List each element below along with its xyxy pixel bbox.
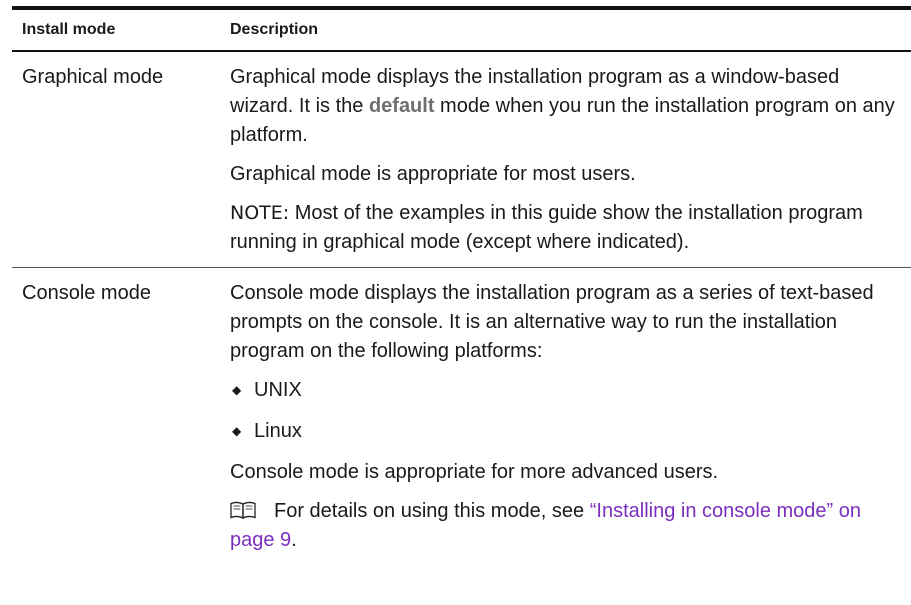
diamond-bullet-icon: ◆ xyxy=(232,383,242,397)
mode-name: Graphical mode xyxy=(22,66,164,88)
description-paragraph: Graphical mode displays the installation… xyxy=(230,63,900,150)
table-row-graphical: Graphical mode Graphical mode displays t… xyxy=(12,52,911,267)
default-keyword: default xyxy=(368,95,435,117)
table-header-row: Install mode Description xyxy=(12,10,911,50)
list-item-label: UNIX xyxy=(254,379,302,401)
table-row-console: Console mode Console mode displays the i… xyxy=(12,268,911,561)
note-paragraph: NOTE: Most of the examples in this guide… xyxy=(230,199,900,257)
reference-paragraph: For details on using this mode, see “Ins… xyxy=(230,497,900,555)
note-text: Most of the examples in this guide show … xyxy=(230,202,863,253)
reference-text: For details on using this mode, see xyxy=(274,500,590,522)
diamond-bullet-icon: ◆ xyxy=(232,424,242,438)
header-description: Description xyxy=(230,21,319,38)
list-item-label: Linux xyxy=(254,420,302,442)
description-paragraph: Console mode is appropriate for more adv… xyxy=(230,461,719,483)
note-label: NOTE: xyxy=(230,202,290,224)
list-item: ◆ UNIX xyxy=(230,376,900,407)
mode-description: Console mode displays the installation p… xyxy=(230,268,911,555)
description-paragraph: Console mode displays the installation p… xyxy=(230,282,874,362)
mode-description: Graphical mode displays the installation… xyxy=(230,52,911,267)
install-mode-table: Install mode Description Graphical mode … xyxy=(12,6,911,561)
mode-name: Console mode xyxy=(22,282,151,304)
reference-end: . xyxy=(291,529,297,551)
description-paragraph: Graphical mode is appropriate for most u… xyxy=(230,163,636,185)
header-install-mode: Install mode xyxy=(22,21,116,38)
book-icon xyxy=(230,501,256,519)
list-item: ◆ Linux xyxy=(230,417,900,448)
